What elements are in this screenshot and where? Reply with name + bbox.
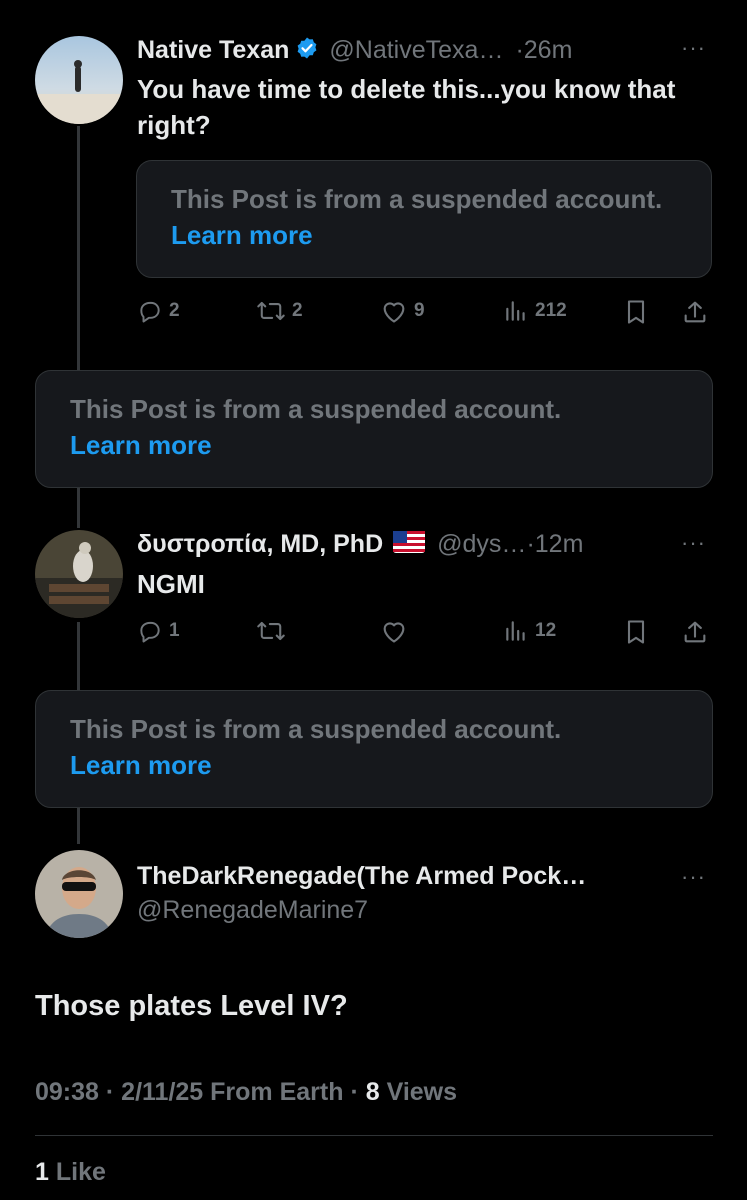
- more-options-icon[interactable]: ···: [681, 37, 706, 59]
- author-handle[interactable]: @NativeTexa…: [329, 36, 503, 65]
- views-button[interactable]: 12: [503, 618, 556, 644]
- share-button[interactable]: [681, 618, 709, 646]
- suspended-notice-text: This Post is from a suspended account.: [171, 184, 663, 214]
- post-text: Those plates Level IV?: [35, 990, 348, 1022]
- reply-count: 1: [169, 620, 180, 641]
- reply-button[interactable]: 2: [137, 298, 180, 324]
- like-button[interactable]: [380, 618, 414, 644]
- repost-button[interactable]: [256, 618, 292, 644]
- post-text: You have time to delete this...you know …: [137, 74, 676, 140]
- more-options-icon[interactable]: ···: [681, 532, 706, 554]
- views-count: 212: [535, 300, 567, 321]
- author-handle[interactable]: @RenegadeMarine7: [137, 896, 368, 925]
- thread-line: [77, 622, 80, 690]
- thread-line: [77, 126, 80, 370]
- suspended-notice: This Post is from a suspended account. L…: [70, 391, 678, 463]
- us-flag-icon: [393, 530, 426, 558]
- post-source: From Earth: [210, 1078, 344, 1106]
- learn-more-link[interactable]: Learn more: [171, 220, 313, 250]
- share-icon: [684, 301, 706, 323]
- repost-icon: [257, 621, 285, 641]
- post-time[interactable]: 09:38: [35, 1078, 99, 1106]
- suspended-notice-text: This Post is from a suspended account.: [70, 394, 562, 424]
- views-icon: [506, 301, 525, 321]
- repost-count: 2: [292, 300, 303, 321]
- bookmark-button[interactable]: [624, 618, 648, 646]
- views-count: 12: [535, 620, 557, 641]
- more-options-icon[interactable]: ···: [681, 866, 706, 888]
- suspended-post-card[interactable]: This Post is from a suspended account. L…: [35, 690, 713, 808]
- divider: [35, 1135, 713, 1136]
- quoted-suspended-card[interactable]: This Post is from a suspended account. L…: [136, 160, 712, 278]
- learn-more-link[interactable]: Learn more: [70, 427, 678, 463]
- views-icon: [506, 621, 525, 641]
- like-button[interactable]: 9: [380, 298, 425, 324]
- learn-more-link[interactable]: Learn more: [70, 747, 678, 783]
- post-time[interactable]: ·26m: [515, 36, 572, 65]
- post-date[interactable]: 2/11/25: [121, 1078, 203, 1106]
- thread-line: [77, 808, 80, 844]
- verified-badge-icon: [295, 36, 319, 65]
- author-name[interactable]: TheDarkRenegade(The Armed Pock…: [137, 862, 586, 891]
- post-header: δυστροπία, MD, PhD @dys… ·12m: [137, 528, 583, 560]
- suspended-notice-text: This Post is from a suspended account.: [70, 714, 562, 744]
- suspended-notice: This Post is from a suspended account. L…: [70, 711, 678, 783]
- bookmark-icon: [627, 300, 645, 324]
- post-text: NGMI: [137, 569, 205, 599]
- avatar[interactable]: [35, 850, 123, 938]
- suspended-notice: This Post is from a suspended account. L…: [171, 181, 677, 253]
- views-count: 8: [365, 1078, 380, 1106]
- avatar[interactable]: [35, 36, 123, 124]
- author-handle[interactable]: @dys…: [437, 530, 526, 559]
- repost-icon: [257, 301, 285, 321]
- bookmark-button[interactable]: [624, 298, 648, 326]
- thread-line: [77, 488, 80, 528]
- likes-label: Like: [55, 1158, 106, 1186]
- reply-icon: [140, 301, 160, 323]
- post-header: Native Texan @NativeTexa… ·26m: [137, 34, 572, 66]
- views-button[interactable]: 212: [503, 298, 567, 324]
- post-time[interactable]: ·12m: [526, 530, 583, 559]
- likes-summary[interactable]: 1 Like: [35, 1158, 106, 1187]
- author-name[interactable]: Native Texan: [137, 36, 289, 65]
- bookmark-icon: [627, 620, 645, 644]
- reply-count: 2: [169, 300, 180, 321]
- heart-icon: [383, 302, 405, 323]
- like-count: 9: [414, 300, 425, 321]
- reply-button[interactable]: 1: [137, 618, 180, 644]
- share-icon: [684, 621, 706, 643]
- post-metadata: 09:38 · 2/11/25 From Earth · 8 Views: [35, 1078, 458, 1106]
- suspended-post-card[interactable]: This Post is from a suspended account. L…: [35, 370, 713, 488]
- avatar[interactable]: [35, 530, 123, 618]
- views-label: Views: [386, 1078, 458, 1106]
- share-button[interactable]: [681, 298, 709, 326]
- repost-button[interactable]: 2: [256, 298, 303, 324]
- author-name[interactable]: δυστροπία, MD, PhD: [137, 530, 383, 559]
- reply-icon: [140, 621, 160, 643]
- likes-count: 1: [35, 1158, 49, 1186]
- heart-icon: [383, 622, 405, 643]
